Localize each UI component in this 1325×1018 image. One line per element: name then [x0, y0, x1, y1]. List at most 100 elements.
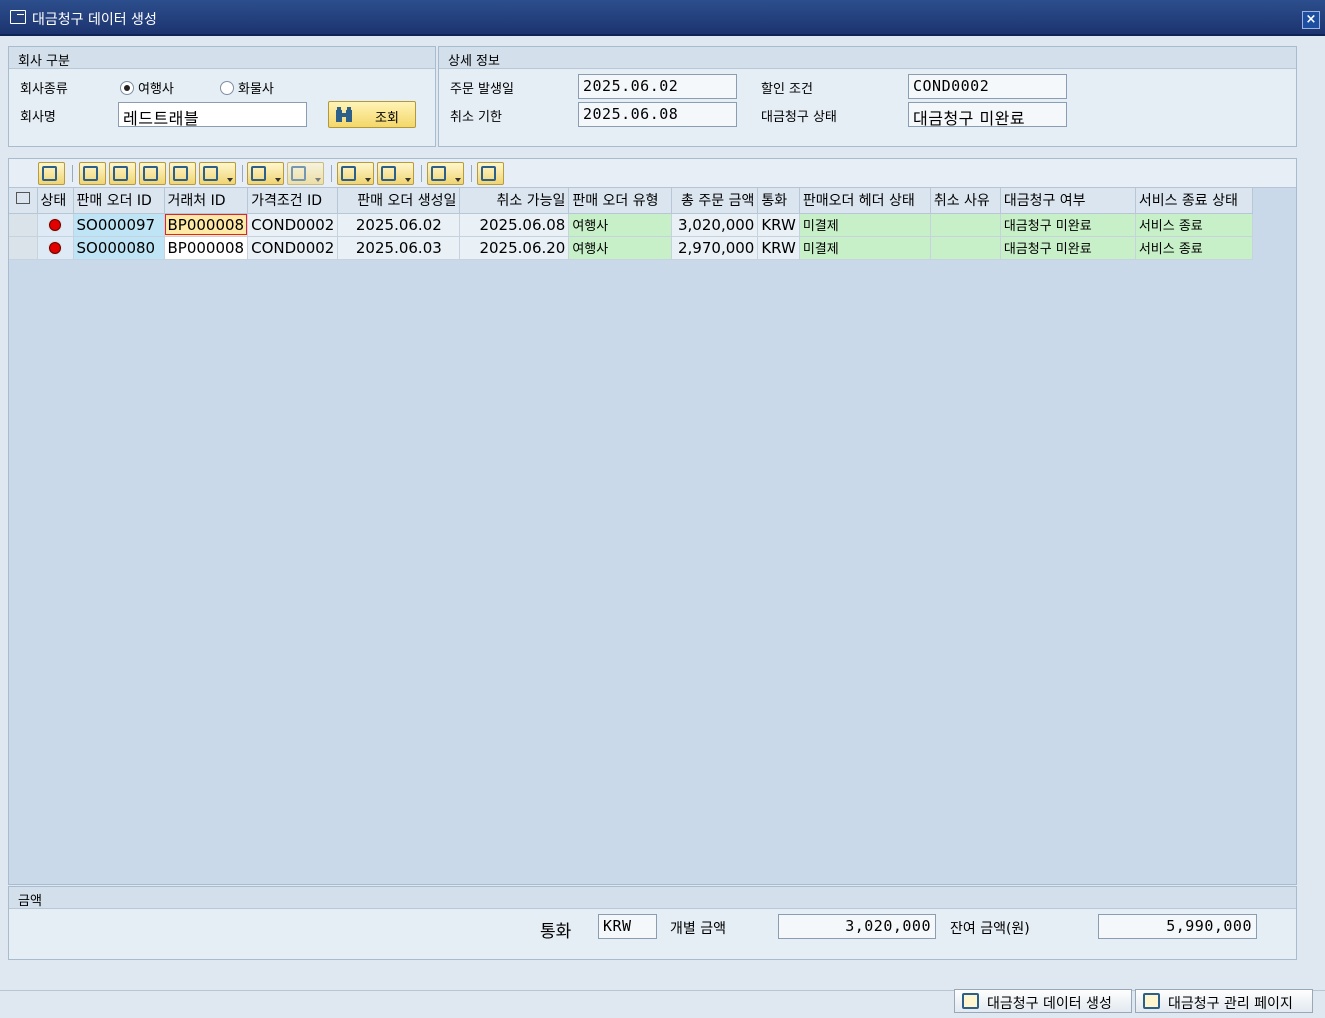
- radio-travel-label: 여행사: [138, 82, 174, 97]
- find-next-icon: [173, 166, 188, 181]
- col-created[interactable]: 판매 오더 생성일: [337, 188, 461, 214]
- sales-order-table: 상태 판매 오더 ID 거래처 ID 가격조건 ID 판매 오더 생성일 취소 …: [9, 188, 1253, 260]
- created-cell[interactable]: 2025.06.02: [337, 213, 461, 237]
- sum-button[interactable]: [247, 162, 284, 185]
- individual-amount-label: 개별 금액: [670, 921, 726, 937]
- search-button[interactable]: 조회: [328, 101, 416, 128]
- col-cond-id[interactable]: 가격조건 ID: [247, 188, 339, 214]
- col-cancel-date[interactable]: 취소 가능일: [459, 188, 570, 214]
- sort-desc-button[interactable]: [109, 162, 136, 185]
- detail-group: 상세 정보: [438, 46, 1297, 147]
- radio-cargo-circle[interactable]: [220, 80, 234, 95]
- remaining-amount-field[interactable]: 5,990,000: [1098, 914, 1257, 939]
- billing-status-field[interactable]: 대금청구 미완료: [908, 102, 1067, 127]
- layout-icon: [431, 166, 446, 181]
- toolbar-separator: [471, 165, 472, 182]
- created-cell[interactable]: 2025.06.03: [337, 236, 461, 260]
- currency-cell[interactable]: KRW: [757, 213, 800, 237]
- detail-group-header: 상세 정보: [439, 47, 1296, 69]
- cancel-reason-cell[interactable]: [930, 236, 1001, 260]
- type-cell[interactable]: 여행사: [568, 213, 673, 237]
- amount-cell[interactable]: 3,020,000: [671, 213, 759, 237]
- bp-id-cell[interactable]: BP000008: [164, 236, 249, 260]
- info-button[interactable]: [477, 162, 504, 185]
- bp-id-cell[interactable]: BP000008: [164, 213, 249, 237]
- currency-cell[interactable]: KRW: [757, 236, 800, 260]
- binoculars-icon: [336, 107, 352, 122]
- cond-id-cell[interactable]: COND0002: [247, 213, 339, 237]
- service-cell[interactable]: 서비스 종료: [1135, 213, 1253, 237]
- layout-button[interactable]: [427, 162, 464, 185]
- cancel-deadline-field[interactable]: 2025.06.08: [578, 102, 737, 127]
- discount-field[interactable]: COND0002: [908, 74, 1067, 99]
- find-next-button[interactable]: [169, 162, 196, 185]
- col-billing[interactable]: 대금청구 여부: [1000, 188, 1136, 214]
- details-button[interactable]: [38, 162, 65, 185]
- select-all-header[interactable]: [9, 188, 38, 214]
- row-selector[interactable]: [9, 236, 38, 260]
- find-button[interactable]: [139, 162, 166, 185]
- currency-field[interactable]: KRW: [598, 914, 657, 939]
- radio-travel[interactable]: 여행사: [120, 78, 174, 97]
- order-date-field[interactable]: 2025.06.02: [578, 74, 737, 99]
- billing-cell[interactable]: 대금청구 미완료: [1000, 213, 1136, 237]
- export-icon: [381, 166, 396, 181]
- toolbar-separator: [242, 165, 243, 182]
- cancel-date-cell[interactable]: 2025.06.20: [459, 236, 570, 260]
- create-billing-icon: [962, 993, 979, 1009]
- col-header-status[interactable]: 판매오더 헤더 상태: [799, 188, 931, 214]
- so-id-cell[interactable]: SO000080: [73, 236, 165, 260]
- sort-desc-icon: [113, 166, 128, 181]
- print-dropdown-icon: [365, 178, 371, 182]
- toolbar-separator: [421, 165, 422, 182]
- company-group-header: 회사 구분: [9, 47, 435, 69]
- window-icon: [10, 10, 26, 24]
- radio-cargo-label: 화물사: [238, 82, 274, 97]
- company-name-label: 회사명: [20, 110, 56, 125]
- col-status[interactable]: 상태: [37, 188, 74, 214]
- manage-billing-button[interactable]: 대금청구 관리 페이지: [1135, 989, 1313, 1013]
- billing-cell[interactable]: 대금청구 미완료: [1000, 236, 1136, 260]
- company-name-input[interactable]: 레드트래블: [118, 102, 307, 127]
- radio-cargo[interactable]: 화물사: [220, 78, 274, 97]
- status-cell: [37, 213, 74, 237]
- sum-icon: [251, 166, 266, 181]
- close-button[interactable]: ×: [1302, 11, 1320, 29]
- col-amount[interactable]: 총 주문 금액: [671, 188, 759, 214]
- type-cell[interactable]: 여행사: [568, 236, 673, 260]
- red-status-icon: [49, 242, 61, 254]
- header-status-cell[interactable]: 미결제: [799, 213, 931, 237]
- individual-amount-field[interactable]: 3,020,000: [778, 914, 936, 939]
- col-service[interactable]: 서비스 종료 상태: [1135, 188, 1253, 214]
- remaining-amount-label: 잔여 금액(원): [950, 921, 1030, 937]
- col-type[interactable]: 판매 오더 유형: [568, 188, 673, 214]
- col-currency[interactable]: 통화: [757, 188, 800, 214]
- service-cell[interactable]: 서비스 종료: [1135, 236, 1253, 260]
- amount-cell[interactable]: 2,970,000: [671, 236, 759, 260]
- so-id-cell[interactable]: SO000097: [73, 213, 165, 237]
- status-cell: [37, 236, 74, 260]
- filter-button[interactable]: [199, 162, 236, 185]
- cond-id-cell[interactable]: COND0002: [247, 236, 339, 260]
- filter-dropdown-icon: [227, 178, 233, 182]
- col-so-id[interactable]: 판매 오더 ID: [73, 188, 165, 214]
- create-billing-button[interactable]: 대금청구 데이터 생성: [954, 989, 1132, 1013]
- export-dropdown-icon: [405, 178, 411, 182]
- row-selector[interactable]: [9, 213, 38, 237]
- header-status-cell[interactable]: 미결제: [799, 236, 931, 260]
- sort-asc-button[interactable]: [79, 162, 106, 185]
- col-cancel-reason[interactable]: 취소 사유: [930, 188, 1001, 214]
- info-icon: [481, 166, 496, 181]
- print-button[interactable]: [337, 162, 374, 185]
- cancel-date-cell[interactable]: 2025.06.08: [459, 213, 570, 237]
- subtotal-button[interactable]: [287, 162, 324, 185]
- window-titlebar: 대금청구 데이터 생성 ×: [0, 0, 1325, 36]
- col-bp-id[interactable]: 거래처 ID: [164, 188, 249, 214]
- toolbar-separator: [331, 165, 332, 182]
- radio-travel-circle[interactable]: [120, 80, 134, 95]
- cancel-reason-cell[interactable]: [930, 213, 1001, 237]
- discount-label: 할인 조건: [761, 82, 813, 97]
- export-button[interactable]: [377, 162, 414, 185]
- table-row[interactable]: SO000080 BP000008 COND0002 2025.06.03 20…: [9, 236, 1253, 260]
- table-row[interactable]: SO000097 BP000008 COND0002 2025.06.02 20…: [9, 213, 1253, 237]
